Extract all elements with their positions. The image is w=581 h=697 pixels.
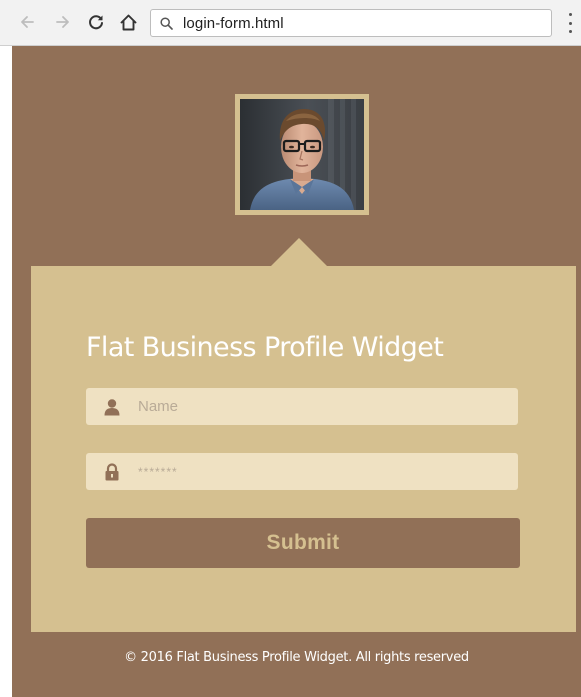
reload-icon <box>89 15 103 30</box>
reload-button[interactable] <box>85 11 107 33</box>
forward-button[interactable] <box>52 11 74 33</box>
more-menu-button[interactable] <box>565 13 575 33</box>
name-field[interactable] <box>86 388 518 425</box>
back-button[interactable] <box>16 11 38 33</box>
footer-copyright: © 2016 Flat Business Profile Widget. All… <box>124 650 469 665</box>
password-field[interactable] <box>86 453 518 490</box>
address-bar[interactable]: login-form.html <box>150 9 552 37</box>
name-input[interactable] <box>138 388 518 425</box>
widget-title: Flat Business Profile Widget <box>86 332 444 363</box>
browser-toolbar: login-form.html <box>0 0 581 46</box>
page-viewport: Flat Business Profile Widget Submit <box>12 46 581 697</box>
forward-arrow-icon <box>56 16 69 28</box>
password-input[interactable] <box>138 453 518 490</box>
home-icon <box>120 14 136 30</box>
back-arrow-icon <box>21 16 34 28</box>
submit-button[interactable]: Submit <box>86 518 520 568</box>
avatar <box>240 99 364 210</box>
address-text: login-form.html <box>183 14 284 32</box>
lock-icon <box>86 453 138 490</box>
avatar-frame <box>235 94 369 215</box>
search-icon <box>160 16 174 30</box>
more-menu-icon <box>568 13 572 16</box>
user-icon <box>86 388 138 425</box>
card-pointer <box>271 238 327 266</box>
login-card: Flat Business Profile Widget Submit <box>31 266 576 632</box>
home-button[interactable] <box>117 11 139 33</box>
